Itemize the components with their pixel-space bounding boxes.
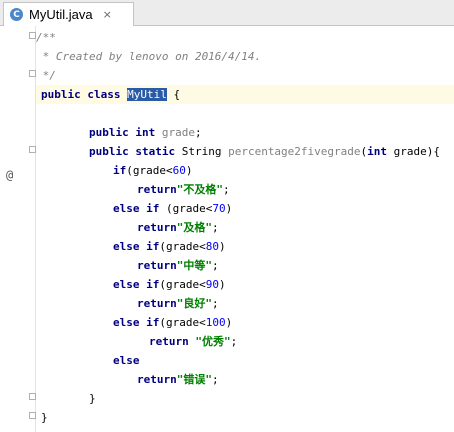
code-line: return"中等"; bbox=[137, 259, 219, 272]
code-line: return"及格"; bbox=[137, 221, 219, 234]
code-line: } bbox=[89, 392, 96, 405]
code-line: } bbox=[41, 411, 48, 424]
code-line-current: public class MyUtil { bbox=[36, 85, 454, 104]
editor-tab-bar: C MyUtil.java × bbox=[0, 0, 454, 26]
code-line: else if(grade<100) bbox=[113, 316, 233, 329]
code-line: return "优秀"; bbox=[149, 335, 238, 348]
code-line: else bbox=[113, 354, 140, 367]
code-line: * Created by lenovo on 2016/4/14. bbox=[36, 50, 262, 63]
fold-comment-start-icon[interactable] bbox=[29, 32, 36, 39]
close-tab-icon[interactable]: × bbox=[103, 8, 112, 21]
class-name-selection[interactable]: MyUtil bbox=[127, 88, 167, 101]
tab-label: MyUtil.java bbox=[29, 7, 93, 22]
code-line: return"不及格"; bbox=[137, 183, 230, 196]
fold-method-end-icon[interactable] bbox=[29, 393, 36, 400]
code-line: */ bbox=[36, 69, 56, 82]
code-line: public int grade; bbox=[89, 126, 202, 139]
java-class-icon: C bbox=[10, 8, 23, 21]
code-line: else if (grade<70) bbox=[113, 202, 233, 215]
code-line: if(grade<60) bbox=[113, 164, 193, 177]
code-line: else if(grade<90) bbox=[113, 278, 226, 291]
code-line: else if(grade<80) bbox=[113, 240, 226, 253]
code-line: return"错误"; bbox=[137, 373, 219, 386]
fold-comment-end-icon[interactable] bbox=[29, 70, 36, 77]
code-line: public static String percentage2fivegrad… bbox=[89, 145, 441, 158]
code-editor[interactable]: /** * Created by lenovo on 2016/4/14. */… bbox=[36, 26, 454, 432]
editor-gutter: @ bbox=[0, 26, 36, 432]
fold-method-start-icon[interactable] bbox=[29, 146, 36, 153]
code-line: return"良好"; bbox=[137, 297, 219, 310]
tab-myutil-java[interactable]: C MyUtil.java × bbox=[3, 2, 134, 26]
override-marker-icon[interactable]: @ bbox=[6, 168, 13, 182]
code-line: /** bbox=[36, 31, 56, 44]
fold-class-end-icon[interactable] bbox=[29, 412, 36, 419]
